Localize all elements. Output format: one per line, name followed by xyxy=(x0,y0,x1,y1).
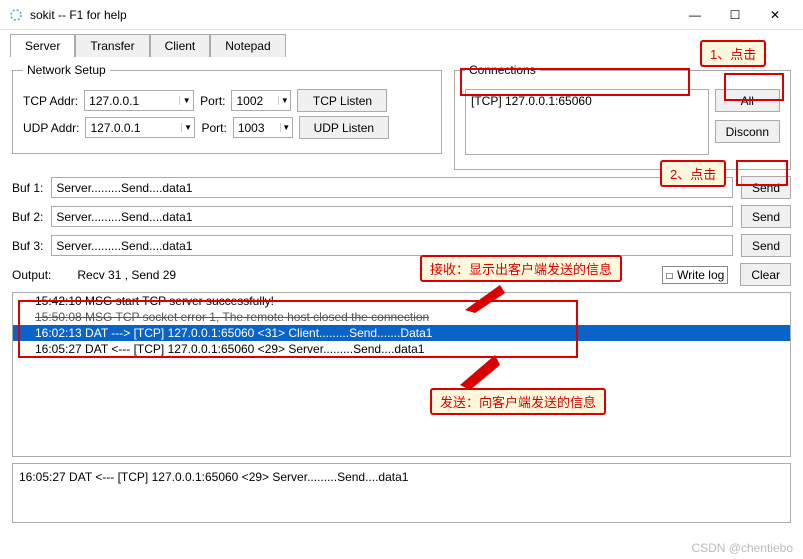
send1-button[interactable]: Send xyxy=(741,176,791,199)
buf2-label: Buf 2: xyxy=(12,210,43,224)
udp-listen-button[interactable]: UDP Listen xyxy=(299,116,389,139)
send3-button[interactable]: Send xyxy=(741,234,791,257)
log-line[interactable]: 15:42:10 MSG start TCP server successful… xyxy=(13,293,790,309)
tab-server[interactable]: Server xyxy=(10,34,75,57)
connections-group: Connections [TCP] 127.0.0.1:65060 All Di… xyxy=(454,63,791,170)
udp-addr-input[interactable]: ▼ xyxy=(85,117,195,138)
tcp-listen-button[interactable]: TCP Listen xyxy=(297,89,387,112)
tcp-port-input[interactable]: ▼ xyxy=(231,90,291,111)
connection-item[interactable]: [TCP] 127.0.0.1:65060 xyxy=(469,93,705,109)
disconnect-button[interactable]: Disconn xyxy=(715,120,780,143)
close-button[interactable]: ✕ xyxy=(755,1,795,29)
connections-legend: Connections xyxy=(465,63,540,77)
chevron-down-icon[interactable]: ▼ xyxy=(181,123,195,132)
tab-notepad[interactable]: Notepad xyxy=(210,34,285,57)
app-icon xyxy=(8,7,24,23)
network-setup-group: Network Setup TCP Addr: ▼ Port: ▼ TCP Li… xyxy=(12,63,442,154)
connections-list[interactable]: [TCP] 127.0.0.1:65060 xyxy=(465,89,709,155)
minimize-button[interactable]: — xyxy=(675,1,715,29)
buf3-input[interactable] xyxy=(51,235,733,256)
tab-client[interactable]: Client xyxy=(150,34,211,57)
output-stats: Recv 31 , Send 29 xyxy=(77,268,176,282)
buf3-label: Buf 3: xyxy=(12,239,43,253)
maximize-button[interactable]: ☐ xyxy=(715,1,755,29)
tcp-addr-input[interactable]: ▼ xyxy=(84,90,194,111)
udp-addr-label: UDP Addr: xyxy=(23,121,79,135)
tcp-addr-label: TCP Addr: xyxy=(23,94,78,108)
all-button[interactable]: All xyxy=(715,89,780,112)
buf1-input[interactable] xyxy=(51,177,733,198)
tcp-port-label: Port: xyxy=(200,94,225,108)
write-log-label: Write log xyxy=(677,268,724,282)
network-setup-legend: Network Setup xyxy=(23,63,110,77)
clear-button[interactable]: Clear xyxy=(740,263,791,286)
chevron-down-icon[interactable]: ▼ xyxy=(179,96,193,105)
send2-button[interactable]: Send xyxy=(741,205,791,228)
udp-port-input[interactable]: ▼ xyxy=(233,117,293,138)
buf2-input[interactable] xyxy=(51,206,733,227)
chevron-down-icon[interactable]: ▼ xyxy=(280,123,292,132)
write-log-checkbox[interactable]: ☐ Write log xyxy=(662,266,728,284)
buf1-label: Buf 1: xyxy=(12,181,43,195)
log-line[interactable]: 16:05:27 DAT <--- [TCP] 127.0.0.1:65060 … xyxy=(13,341,790,357)
log-line-selected[interactable]: 16:02:13 DAT ---> [TCP] 127.0.0.1:65060 … xyxy=(13,325,790,341)
tab-bar: Server Transfer Client Notepad xyxy=(0,30,803,57)
output-label: Output: xyxy=(12,268,51,282)
title-bar: sokit -- F1 for help — ☐ ✕ xyxy=(0,0,803,30)
watermark: CSDN @chentiebo xyxy=(691,541,793,555)
log-output[interactable]: 15:42:10 MSG start TCP server successful… xyxy=(12,292,791,457)
tab-transfer[interactable]: Transfer xyxy=(75,34,149,57)
chevron-down-icon[interactable]: ▼ xyxy=(278,96,290,105)
detail-output[interactable]: 16:05:27 DAT <--- [TCP] 127.0.0.1:65060 … xyxy=(12,463,791,523)
log-line[interactable]: 15:50:08 MSG TCP socket error 1, The rem… xyxy=(13,309,790,325)
udp-port-label: Port: xyxy=(201,121,226,135)
window-title: sokit -- F1 for help xyxy=(30,8,675,22)
